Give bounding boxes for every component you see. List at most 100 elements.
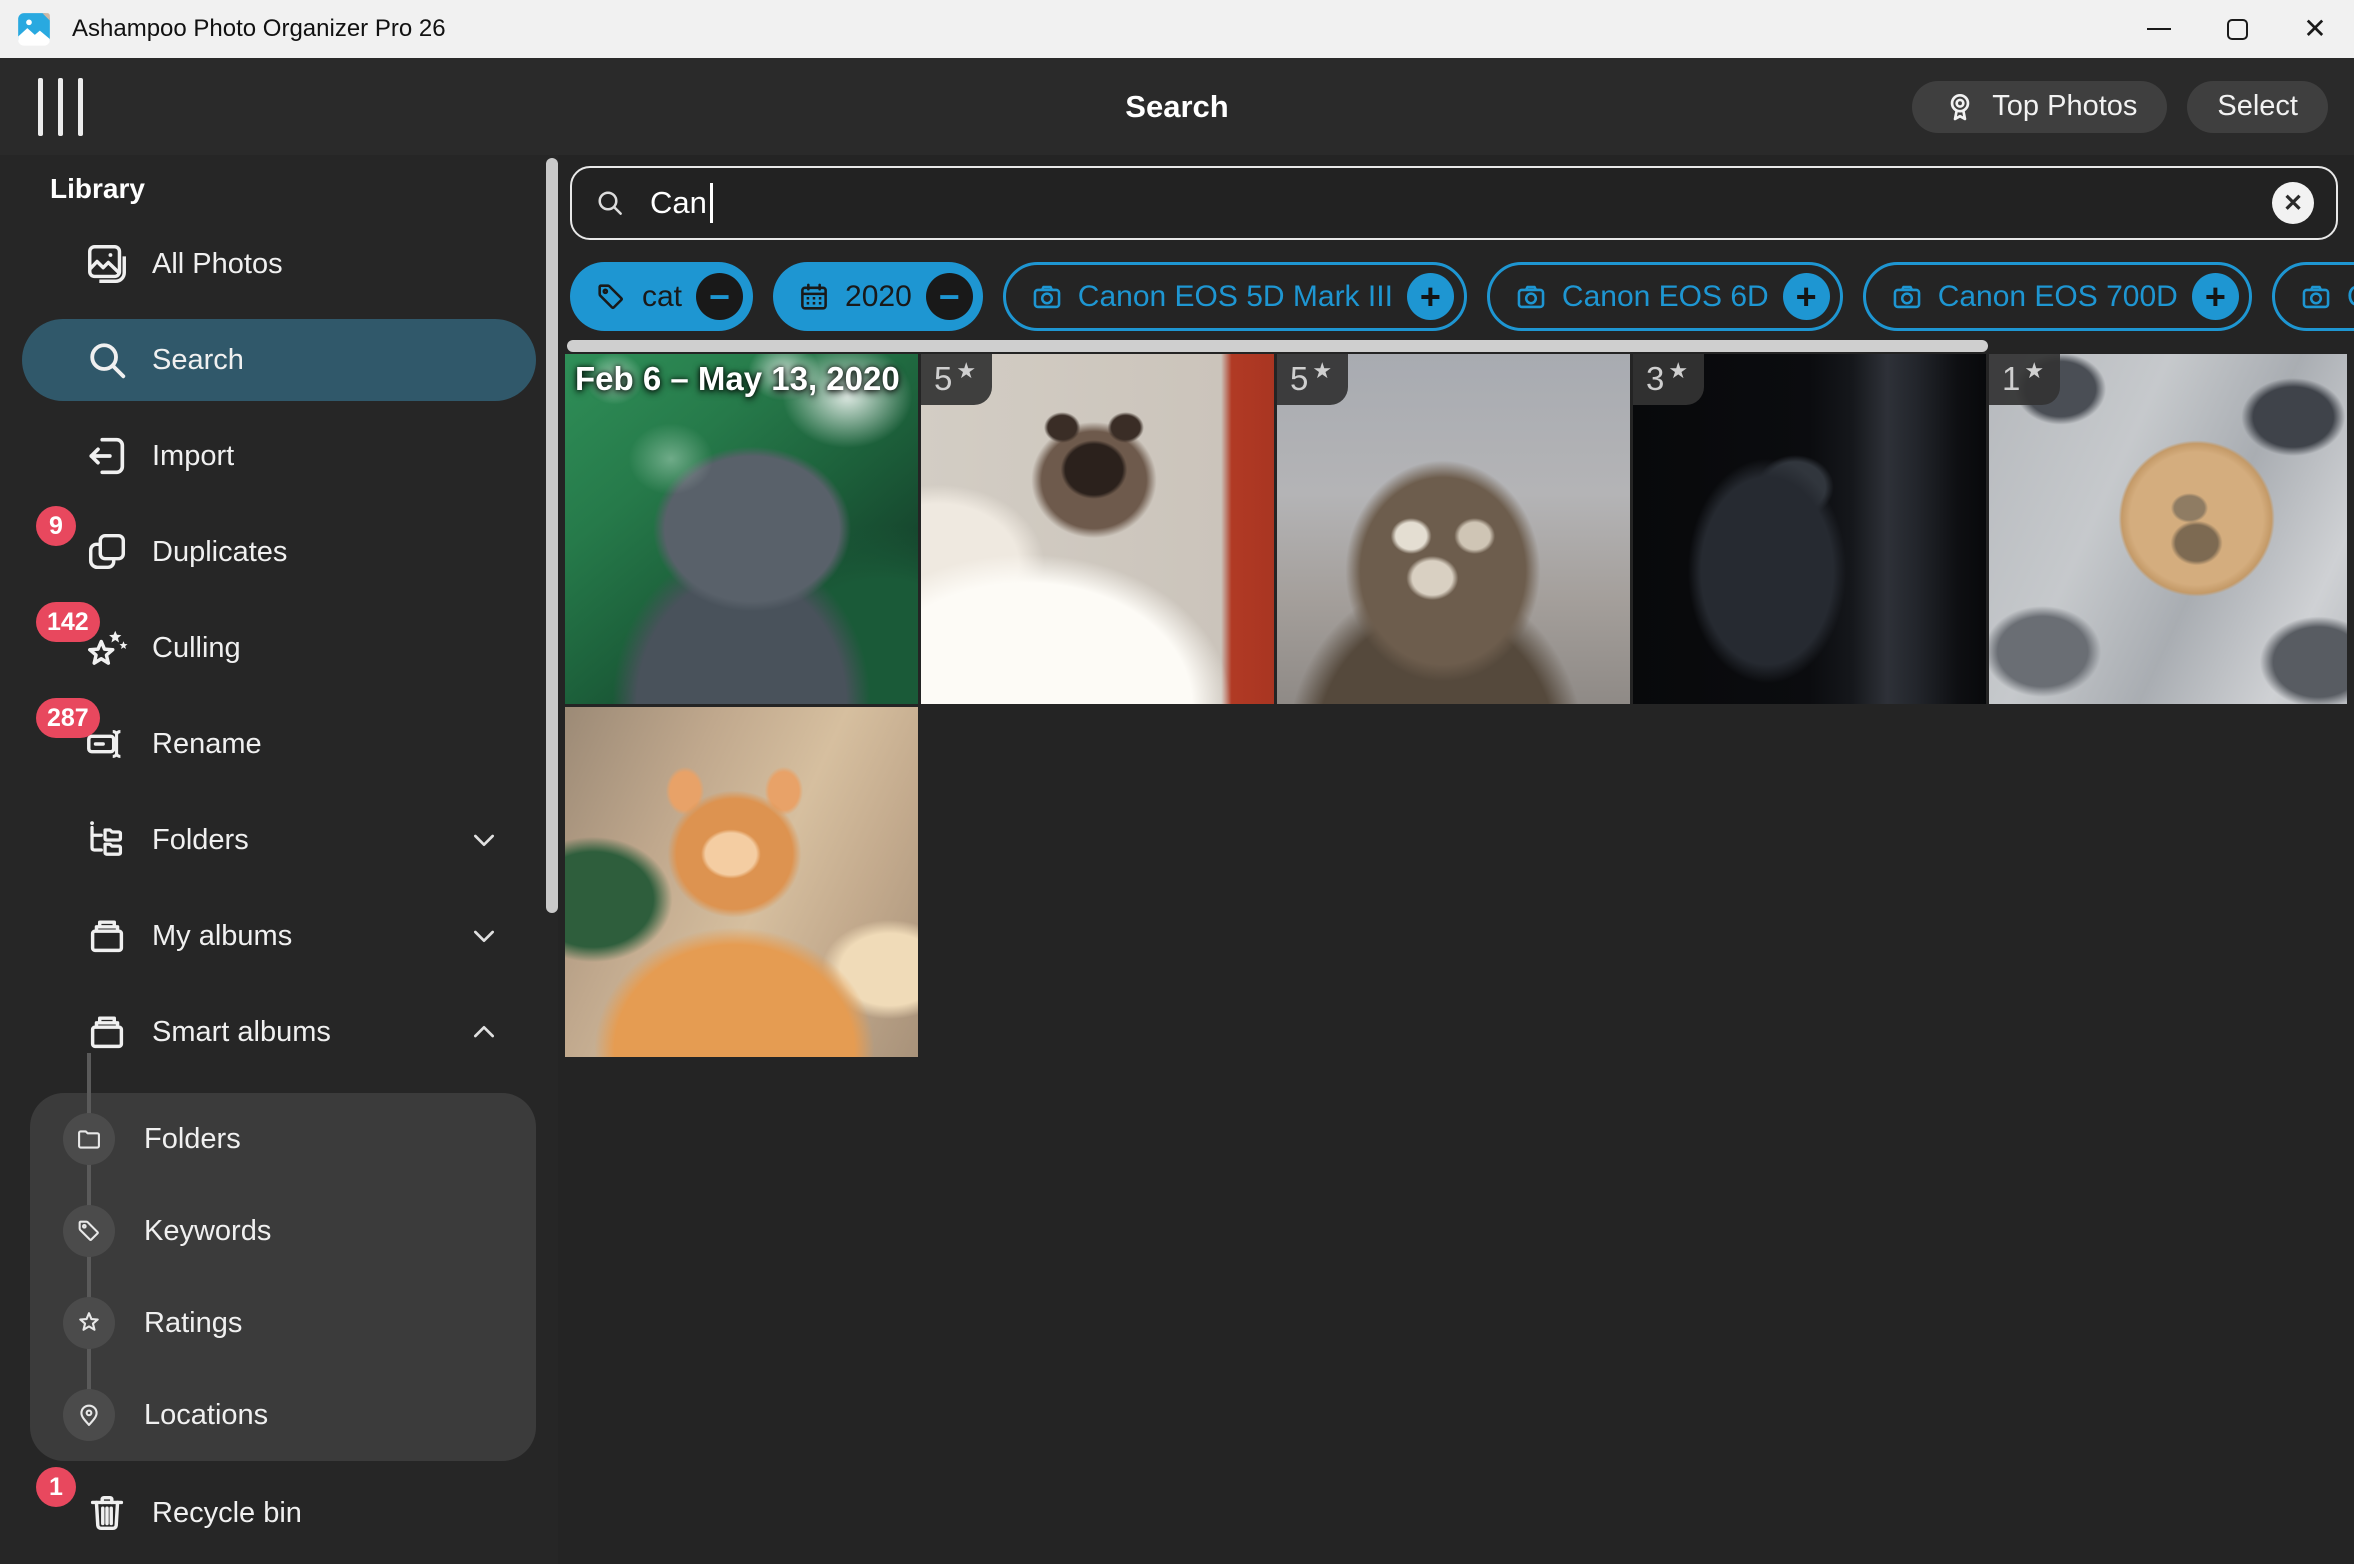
minimize-icon bbox=[2147, 28, 2171, 31]
sidebar-item-label: Smart albums bbox=[152, 1016, 331, 1049]
star-icon: ★ bbox=[2024, 360, 2044, 382]
menu-bar-icon bbox=[58, 78, 63, 136]
remove-filter-button[interactable]: − bbox=[926, 273, 973, 320]
rating-badge: 3★ bbox=[1633, 354, 1704, 405]
minimize-button[interactable] bbox=[2120, 0, 2198, 58]
photo-thumbnail[interactable]: 5★ bbox=[1277, 354, 1630, 704]
sidebar-scrollbar[interactable] bbox=[546, 158, 558, 913]
sidebar-item-all-photos[interactable]: All Photos bbox=[22, 216, 536, 312]
smart-album-label: Locations bbox=[144, 1399, 268, 1432]
sidebar-item-label: Folders bbox=[152, 824, 249, 857]
date-range-label: Feb 6 – May 13, 2020 bbox=[575, 360, 900, 398]
sidebar-item-folders[interactable]: Folders bbox=[22, 792, 536, 888]
folder-tree-icon bbox=[84, 817, 130, 863]
rating-badge: 1★ bbox=[1989, 354, 2060, 405]
sidebar-item-label: Duplicates bbox=[152, 536, 287, 569]
star-icon: ★ bbox=[1312, 360, 1332, 382]
add-filter-button[interactable]: + bbox=[1783, 273, 1830, 320]
photo-grid: Feb 6 – May 13, 2020 5★ 5★ 3★ 1★ bbox=[565, 354, 2354, 1057]
plus-icon: + bbox=[2205, 276, 2226, 318]
menu-toggle-button[interactable] bbox=[38, 78, 83, 136]
smart-album-item-keywords[interactable]: Keywords bbox=[30, 1185, 536, 1277]
calendar-icon bbox=[797, 280, 831, 314]
filter-chip-canon-eos-6d[interactable]: Canon EOS 6D + bbox=[1487, 262, 1843, 331]
maximize-button[interactable] bbox=[2198, 0, 2276, 58]
count-badge: 142 bbox=[36, 602, 100, 642]
text-caret bbox=[710, 183, 713, 223]
count-badge: 1 bbox=[36, 1467, 76, 1507]
sidebar-item-search[interactable]: Search bbox=[22, 312, 536, 408]
sidebar-item-label: Import bbox=[152, 440, 234, 473]
sidebar-item-culling[interactable]: 142 Culling bbox=[22, 600, 536, 696]
sidebar-item-smart-albums[interactable]: Smart albums bbox=[22, 984, 536, 1080]
photo-thumbnail[interactable]: 1★ bbox=[1989, 354, 2347, 704]
sidebar-item-duplicates[interactable]: 9 Duplicates bbox=[22, 504, 536, 600]
smart-album-item-locations[interactable]: Locations bbox=[30, 1369, 536, 1461]
chevron-down-icon[interactable] bbox=[468, 920, 500, 952]
select-button[interactable]: Select bbox=[2187, 81, 2328, 133]
photo-grid-row bbox=[565, 707, 2354, 1057]
folder-icon bbox=[63, 1113, 115, 1165]
chevron-up-icon[interactable] bbox=[468, 1016, 500, 1048]
photo-thumbnail[interactable]: 3★ bbox=[1633, 354, 1986, 704]
rating-badge: 5★ bbox=[1277, 354, 1348, 405]
maximize-icon bbox=[2227, 19, 2248, 40]
clear-search-button[interactable]: ✕ bbox=[2272, 182, 2314, 224]
sidebar-item-label: All Photos bbox=[152, 248, 283, 281]
duplicates-icon bbox=[84, 529, 130, 575]
search-input[interactable]: Can ✕ bbox=[570, 166, 2338, 240]
tag-icon bbox=[63, 1205, 115, 1257]
award-icon bbox=[1942, 89, 1978, 125]
photo-grid-row: Feb 6 – May 13, 2020 5★ 5★ 3★ 1★ bbox=[565, 354, 2354, 704]
filter-chips-row: cat − 2020 − Canon EOS 5D Mark III + bbox=[570, 262, 2354, 331]
window-titlebar: Ashampoo Photo Organizer Pro 26 ✕ bbox=[0, 0, 2354, 58]
albums-icon bbox=[84, 1009, 130, 1055]
filter-chip-label: Canon EOS 5D Mark III bbox=[1078, 280, 1393, 314]
filter-chip-cat[interactable]: cat − bbox=[570, 262, 753, 331]
filter-chip-canon-eos-r[interactable]: Canon EOS R + bbox=[2272, 262, 2354, 331]
filter-chip-canon-eos-5d-mark-iii[interactable]: Canon EOS 5D Mark III + bbox=[1003, 262, 1467, 331]
smart-album-item-folders[interactable]: Folders bbox=[30, 1093, 536, 1185]
sidebar-item-label: Rename bbox=[152, 728, 262, 761]
sidebar-item-label: Recycle bin bbox=[152, 1497, 302, 1530]
photo-thumbnail[interactable]: 5★ bbox=[921, 354, 1274, 704]
chevron-down-icon[interactable] bbox=[468, 824, 500, 856]
window-title: Ashampoo Photo Organizer Pro 26 bbox=[72, 15, 446, 43]
camera-icon bbox=[1030, 280, 1064, 314]
filter-chip-label: cat bbox=[642, 280, 682, 314]
smart-albums-panel: Folders Keywords Ratings Locations bbox=[30, 1093, 536, 1461]
sidebar-item-label: Search bbox=[152, 344, 244, 377]
photo-thumbnail[interactable]: Feb 6 – May 13, 2020 bbox=[565, 354, 918, 704]
search-input-value: Can bbox=[650, 185, 707, 221]
photo-thumbnail[interactable] bbox=[565, 707, 918, 1057]
star-icon bbox=[63, 1297, 115, 1349]
star-icon: ★ bbox=[956, 360, 976, 382]
page-title: Search bbox=[1125, 89, 1228, 125]
chips-horizontal-scrollbar[interactable] bbox=[567, 340, 1988, 352]
close-button[interactable]: ✕ bbox=[2276, 0, 2354, 58]
photos-icon bbox=[84, 241, 130, 287]
trash-icon bbox=[84, 1490, 130, 1536]
count-badge: 287 bbox=[36, 698, 100, 738]
filter-chip-label: 2020 bbox=[845, 280, 912, 314]
sidebar-item-label: Culling bbox=[152, 632, 241, 665]
filter-chip-canon-eos-700d[interactable]: Canon EOS 700D + bbox=[1863, 262, 2252, 331]
add-filter-button[interactable]: + bbox=[1407, 273, 1454, 320]
top-photos-button[interactable]: Top Photos bbox=[1912, 81, 2167, 133]
add-filter-button[interactable]: + bbox=[2192, 273, 2239, 320]
sidebar-item-import[interactable]: Import bbox=[22, 408, 536, 504]
sidebar-item-my-albums[interactable]: My albums bbox=[22, 888, 536, 984]
app-logo-icon bbox=[14, 9, 54, 49]
smart-album-item-ratings[interactable]: Ratings bbox=[30, 1277, 536, 1369]
location-pin-icon bbox=[63, 1389, 115, 1441]
sidebar-item-label: My albums bbox=[152, 920, 292, 953]
library-heading: Library bbox=[0, 155, 558, 216]
sidebar-item-rename[interactable]: 287 Rename bbox=[22, 696, 536, 792]
clear-icon: ✕ bbox=[2283, 189, 2303, 218]
plus-icon: + bbox=[1420, 276, 1441, 318]
menu-bar-icon bbox=[38, 78, 43, 136]
remove-filter-button[interactable]: − bbox=[696, 273, 743, 320]
filter-chip-2020[interactable]: 2020 − bbox=[773, 262, 983, 331]
sidebar-item-recycle-bin[interactable]: 1 Recycle bin bbox=[22, 1465, 536, 1561]
minus-icon: − bbox=[939, 276, 960, 318]
